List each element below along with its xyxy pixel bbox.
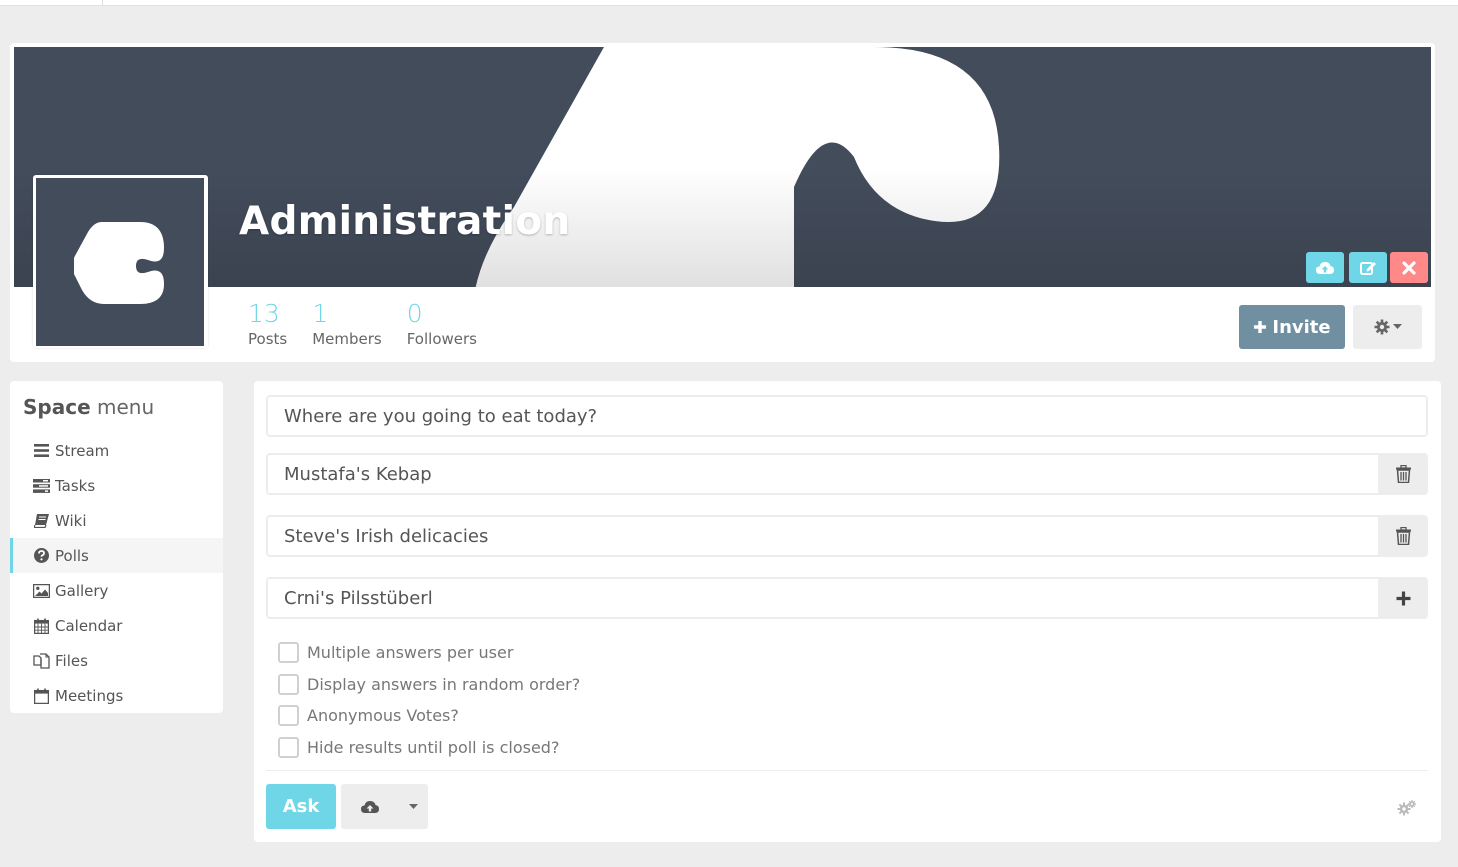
- menu-item-stream[interactable]: Stream: [10, 433, 223, 468]
- checkbox[interactable]: [278, 736, 299, 758]
- space-avatar-image: [36, 178, 204, 346]
- plus-icon: [1396, 591, 1410, 605]
- poll-answer-input[interactable]: Crni's Pilsstüberl: [266, 577, 1378, 619]
- poll-answer-row: Steve's Irish delicacies: [266, 515, 1428, 557]
- option-label: Anonymous Votes?: [307, 706, 459, 726]
- upload-button-group: [341, 784, 428, 829]
- caret-down-icon: [408, 803, 418, 809]
- stat-followers[interactable]: 0 Followers: [407, 299, 477, 348]
- menu-item-label: Tasks: [55, 476, 96, 495]
- content-settings-button[interactable]: [1397, 800, 1417, 821]
- menu-item-wiki[interactable]: Wiki: [10, 503, 223, 538]
- upload-file-button[interactable]: [341, 799, 398, 815]
- ask-button[interactable]: Ask: [266, 784, 336, 829]
- space-title: Administration: [239, 199, 571, 244]
- poll-answer-row: Mustafa's Kebap: [266, 453, 1428, 495]
- top-navigation-bar: [0, 0, 1458, 6]
- menu-item-label: Calendar: [55, 616, 123, 635]
- cloud-upload-icon: [360, 800, 379, 813]
- menu-item-label: Stream: [55, 441, 110, 460]
- poll-form: Where are you going to eat today? Mustaf…: [254, 381, 1441, 842]
- option-multiple-answers[interactable]: Multiple answers per user: [278, 637, 580, 669]
- checkbox[interactable]: [278, 642, 299, 664]
- space-menu-title: Space menu: [23, 395, 154, 419]
- space-header: Administration 13 Posts 1 Members 0 Foll…: [10, 43, 1435, 362]
- stat-label: Followers: [406, 330, 477, 348]
- checkbox[interactable]: [278, 673, 299, 695]
- space-avatar[interactable]: [33, 175, 208, 348]
- delete-answer-button[interactable]: [1378, 515, 1428, 557]
- menu-item-label: Gallery: [55, 581, 109, 600]
- add-answer-button[interactable]: [1378, 577, 1428, 619]
- menu-item-label: Wiki: [55, 511, 87, 530]
- space-settings-dropdown[interactable]: [1353, 305, 1422, 349]
- invite-label: Invite: [1272, 316, 1331, 338]
- space-stats: 13 Posts 1 Members 0 Followers: [248, 299, 502, 348]
- image-icon: [32, 582, 50, 600]
- space-logo-icon: [74, 222, 164, 304]
- menu-item-polls[interactable]: Polls: [10, 538, 223, 573]
- trash-icon: [1395, 465, 1411, 483]
- space-menu-list: Stream Tasks Wiki Polls Gallery Calendar…: [10, 433, 223, 713]
- calendar-blank-icon: [32, 687, 50, 705]
- menu-item-files[interactable]: Files: [10, 643, 223, 678]
- files-icon: [32, 652, 50, 670]
- upload-dropdown-toggle[interactable]: [398, 803, 428, 810]
- menu-item-label: Meetings: [55, 686, 124, 705]
- option-anonymous-votes[interactable]: Anonymous Votes?: [278, 700, 580, 732]
- banner-gradient: [14, 47, 1431, 287]
- menu-item-label: Files: [55, 651, 88, 670]
- menu-item-tasks[interactable]: Tasks: [10, 468, 223, 503]
- stat-label: Members: [312, 330, 382, 348]
- menu-item-gallery[interactable]: Gallery: [10, 573, 223, 608]
- option-label: Multiple answers per user: [307, 643, 514, 663]
- poll-question-input[interactable]: Where are you going to eat today?: [266, 395, 1428, 437]
- invite-button[interactable]: Invite: [1239, 305, 1345, 349]
- option-label: Display answers in random order?: [307, 674, 581, 694]
- form-divider: [266, 770, 1428, 771]
- stat-value: 13: [248, 299, 280, 328]
- space-menu: Space menu Stream Tasks Wiki Polls Galle…: [10, 381, 223, 713]
- option-hide-results[interactable]: Hide results until poll is closed?: [278, 732, 580, 764]
- option-random-order[interactable]: Display answers in random order?: [278, 669, 580, 701]
- book-icon: [32, 512, 50, 530]
- delete-answer-button[interactable]: [1378, 453, 1428, 495]
- poll-answer-row: Crni's Pilsstüberl: [266, 577, 1428, 619]
- menu-item-meetings[interactable]: Meetings: [10, 678, 223, 713]
- poll-answer-input[interactable]: Steve's Irish delicacies: [266, 515, 1378, 557]
- poll-answer-input[interactable]: Mustafa's Kebap: [266, 453, 1378, 495]
- menu-item-label: Polls: [55, 546, 89, 565]
- menu-title-light: menu: [97, 395, 155, 419]
- stat-posts[interactable]: 13 Posts: [248, 299, 287, 348]
- bars-icon: [32, 442, 50, 460]
- stat-label: Posts: [248, 330, 288, 348]
- edit-icon: [1360, 261, 1376, 275]
- menu-item-calendar[interactable]: Calendar: [10, 608, 223, 643]
- close-icon: [1402, 260, 1416, 275]
- question-circle-icon: [32, 547, 50, 565]
- menu-title-bold: Space: [23, 395, 91, 419]
- cloud-upload-icon: [1316, 261, 1334, 274]
- checkbox[interactable]: [278, 705, 299, 727]
- gear-icon: [1374, 319, 1389, 335]
- stat-members[interactable]: 1 Members: [312, 299, 382, 348]
- stat-value: 0: [406, 299, 423, 328]
- nav-divider: [102, 0, 103, 5]
- calendar-icon: [32, 617, 50, 635]
- upload-banner-button[interactable]: [1306, 252, 1344, 283]
- cogs-icon: [1397, 800, 1416, 816]
- plus-icon: [1254, 321, 1267, 333]
- tasks-icon: [32, 477, 50, 495]
- caret-down-icon: [1392, 324, 1402, 329]
- edit-banner-button[interactable]: [1349, 252, 1387, 283]
- space-banner: Administration: [14, 47, 1431, 287]
- poll-options: Multiple answers per user Display answer…: [278, 637, 580, 763]
- option-label: Hide results until poll is closed?: [307, 737, 560, 757]
- delete-banner-button[interactable]: [1390, 252, 1428, 283]
- trash-icon: [1395, 527, 1411, 545]
- stat-value: 1: [312, 299, 329, 328]
